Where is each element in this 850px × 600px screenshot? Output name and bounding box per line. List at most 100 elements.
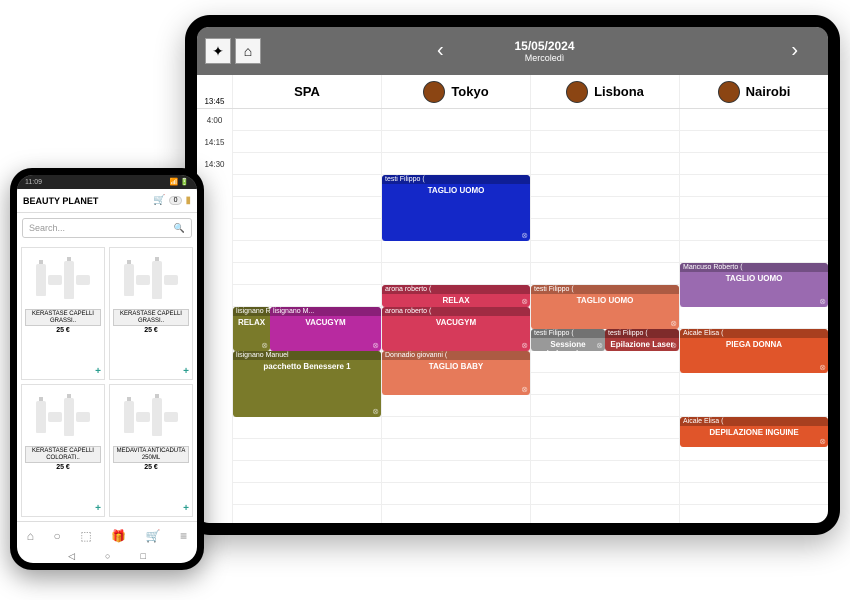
appointment[interactable]: Aicale Elisa (DEPILAZIONE INGUINE⊗: [680, 417, 828, 447]
close-icon[interactable]: ⊗: [670, 319, 677, 328]
appointment[interactable]: lisignano R...RELAX ⊗: [233, 307, 270, 351]
nav-menu-icon[interactable]: ≡: [180, 529, 187, 543]
add-to-cart-icon[interactable]: +: [95, 366, 101, 377]
current-date: 15/05/2024: [514, 39, 574, 53]
staff-col-lisbona[interactable]: Lisbona: [530, 75, 679, 108]
appointment[interactable]: lisignano Manuelpacchetto Benessere 1⊗: [233, 351, 381, 417]
header-icons: ✦ ⌂: [197, 38, 261, 64]
calendar-staff-header: 13:45 SPA Tokyo Lisbona Nairobi: [197, 75, 828, 109]
close-icon[interactable]: ⊗: [819, 297, 826, 306]
appointment[interactable]: lisignano M...VACUGYM⊗: [270, 307, 381, 351]
search-icon: 🔍: [174, 223, 185, 234]
nav-home-icon[interactable]: ⌂: [27, 529, 34, 543]
sys-recent[interactable]: □: [140, 551, 145, 561]
close-icon[interactable]: ⊗: [596, 341, 603, 350]
status-icons: 📶 🔋: [170, 178, 189, 186]
phone-screen: 11:09 📶 🔋 BEAUTY PLANET 🛒 0 ▮ Search... …: [17, 175, 197, 563]
appointment[interactable]: testi Filippo (Sessione rieducazione⊗: [531, 329, 605, 351]
search-placeholder: Search...: [29, 223, 65, 233]
add-to-cart-icon[interactable]: +: [183, 503, 189, 514]
product-price: 25 €: [56, 327, 70, 334]
product-card[interactable]: KERASTASE CAPELLI GRASSI..25 € +: [21, 247, 105, 380]
close-icon[interactable]: ⊗: [372, 407, 379, 416]
appointment-client: testi Filippo (: [605, 329, 679, 338]
appointment[interactable]: testi Filippo (TAGLIO UOMO⊗: [382, 175, 530, 241]
grid-column[interactable]: Mancuso Roberto (TAGLIO UOMO⊗Aicale Elis…: [679, 109, 828, 523]
calendar-body: 4:0014:1514:30 lisignano R...RELAX⊗lisig…: [197, 109, 828, 523]
grid-column[interactable]: testi Filippo (TAGLIO UOMO⊗testi Filippo…: [530, 109, 679, 523]
current-weekday: Mercoledì: [525, 53, 565, 63]
staff-col-spa[interactable]: SPA: [232, 75, 381, 108]
nav-shop-icon[interactable]: ⬚: [80, 529, 91, 543]
appointment-client: lisignano M...: [270, 307, 381, 316]
product-price: 25 €: [144, 464, 158, 471]
cart-area[interactable]: 🛒 0 ▮: [153, 195, 191, 206]
close-icon[interactable]: ⊗: [819, 363, 826, 372]
appointment-title: TAGLIO UOMO: [531, 294, 679, 307]
appointment[interactable]: Aicale Elisa (PIEGA DONNA ⊗: [680, 329, 828, 373]
product-grid: KERASTASE CAPELLI GRASSI..25 €+KERASTASE…: [17, 243, 197, 521]
calendar-grid[interactable]: lisignano R...RELAX⊗lisignano M...VACUGY…: [232, 109, 828, 523]
add-to-cart-icon[interactable]: +: [95, 503, 101, 514]
app-icon-2[interactable]: ⌂: [235, 38, 261, 64]
close-icon[interactable]: ⊗: [521, 297, 528, 306]
sys-back[interactable]: ◁: [68, 551, 75, 562]
close-icon[interactable]: ⊗: [372, 341, 379, 350]
appointment[interactable]: Donnadio giovanni (TAGLIO BABY⊗: [382, 351, 530, 395]
product-image: [25, 388, 101, 446]
appointment-client: lisignano R...: [233, 307, 270, 316]
grid-column[interactable]: testi Filippo (TAGLIO UOMO⊗ arona roberto…: [381, 109, 530, 523]
grid-column[interactable]: lisignano R...RELAX⊗lisignano M...VACUGY…: [232, 109, 381, 523]
app-icon-1[interactable]: ✦: [205, 38, 231, 64]
appointment[interactable]: Mancuso Roberto (TAGLIO UOMO ⊗: [680, 263, 828, 307]
prev-day-button[interactable]: ‹: [417, 40, 464, 63]
app-title: BEAUTY PLANET: [23, 196, 98, 206]
phone-status-bar: 11:09 📶 🔋: [17, 175, 197, 189]
staff-col-tokyo[interactable]: Tokyo: [381, 75, 530, 108]
phone-device: 11:09 📶 🔋 BEAUTY PLANET 🛒 0 ▮ Search... …: [10, 168, 204, 570]
close-icon[interactable]: ⊗: [521, 341, 528, 350]
search-input[interactable]: Search... 🔍: [22, 218, 192, 238]
appointment[interactable]: arona roberto (VACUGYM⊗: [382, 307, 530, 351]
product-card[interactable]: MEDAVITA ANTICADUTA 250ML25 € +: [109, 384, 193, 517]
appointment-client: Mancuso Roberto (: [680, 263, 828, 272]
nav-gift-icon[interactable]: 🎁: [111, 529, 126, 543]
close-icon[interactable]: ⊗: [521, 231, 528, 240]
nav-search-icon[interactable]: ○: [54, 529, 61, 543]
date-display[interactable]: 15/05/2024 Mercoledì: [261, 39, 828, 63]
next-day-button[interactable]: ›: [771, 40, 818, 63]
clipboard-icon: ▮: [185, 195, 191, 206]
product-name: KERASTASE CAPELLI GRASSI..: [113, 309, 189, 326]
time-label: 14:15: [197, 131, 232, 153]
appointment-title: PIEGA DONNA: [680, 338, 828, 351]
close-icon[interactable]: ⊗: [261, 341, 268, 350]
staff-col-nairobi[interactable]: Nairobi: [679, 75, 828, 108]
appointment-title: RELAX: [233, 316, 270, 329]
appointment[interactable]: testi Filippo (Epilazione Laser⊗: [605, 329, 679, 351]
appointment-title: Sessione rieducazione: [531, 338, 605, 351]
tablet-screen: ✦ ⌂ ‹ 15/05/2024 Mercoledì › 13:45 SPA T…: [197, 27, 828, 523]
product-card[interactable]: KERASTASE CAPELLI COLORATI..25 €+: [21, 384, 105, 517]
appointment-title: Epilazione Laser: [605, 338, 679, 351]
avatar-icon: [718, 81, 740, 103]
product-name: MEDAVITA ANTICADUTA 250ML: [113, 446, 189, 463]
close-icon[interactable]: ⊗: [819, 437, 826, 446]
status-time: 11:09: [25, 179, 42, 186]
time-label: 14:30: [197, 153, 232, 175]
add-to-cart-icon[interactable]: +: [183, 366, 189, 377]
appointment-client: Aicale Elisa (: [680, 329, 828, 338]
appointment[interactable]: testi Filippo (TAGLIO UOMO⊗: [531, 285, 679, 329]
cart-icon: 🛒: [153, 195, 165, 206]
product-name: KERASTASE CAPELLI COLORATI..: [25, 446, 101, 463]
close-icon[interactable]: ⊗: [521, 385, 528, 394]
product-name: KERASTASE CAPELLI GRASSI..: [25, 309, 101, 326]
close-icon[interactable]: ⊗: [670, 341, 677, 350]
phone-bottom-nav: ⌂ ○ ⬚ 🎁 🛒 ≡: [17, 521, 197, 549]
appointment-title: TAGLIO UOMO: [680, 272, 828, 285]
nav-cart-icon[interactable]: 🛒: [146, 529, 161, 543]
product-card[interactable]: KERASTASE CAPELLI GRASSI..25 €+: [109, 247, 193, 380]
avatar-icon: [566, 81, 588, 103]
sys-home[interactable]: ○: [105, 551, 110, 561]
appointment[interactable]: arona roberto (RELAX⊗: [382, 285, 530, 307]
appointment-title: DEPILAZIONE INGUINE: [680, 426, 828, 439]
